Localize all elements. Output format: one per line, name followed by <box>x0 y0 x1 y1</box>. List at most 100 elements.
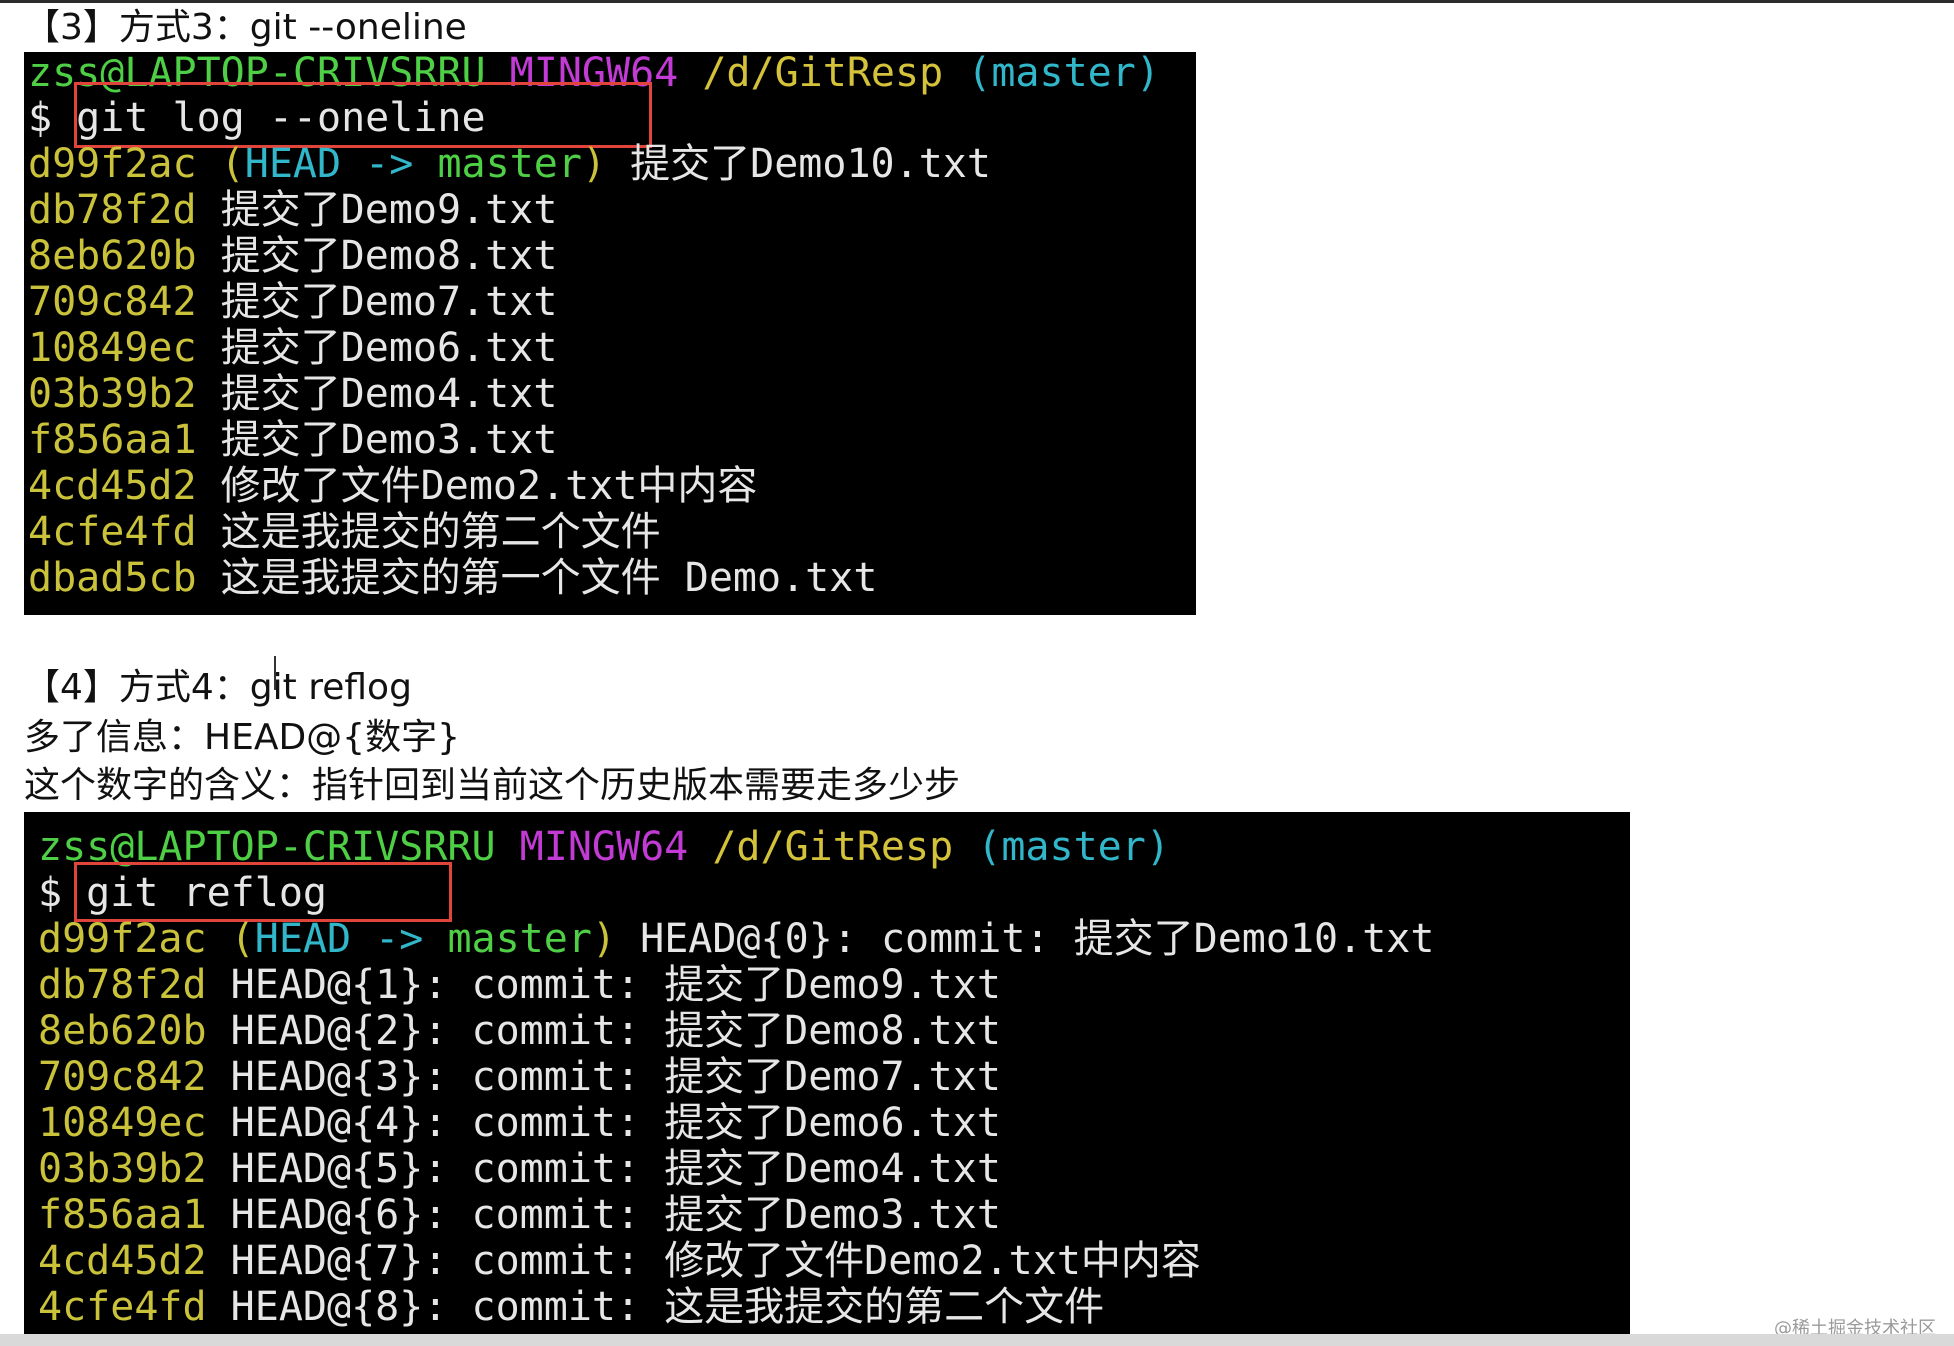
reflog-entry-row: 4cfe4fd HEAD@{8}: commit: 这是我提交的第二个文件 <box>38 1284 1104 1330</box>
paren: ( <box>220 141 245 187</box>
commit-hash: d99f2ac <box>28 141 197 187</box>
reflog-entry-row: 10849ec HEAD@{4}: commit: 提交了Demo6.txt <box>38 1100 1001 1146</box>
commit-hash: 10849ec <box>28 325 197 371</box>
reflog-ref: HEAD@{1}: <box>230 962 448 1008</box>
prompt-branch: (master) <box>977 824 1170 870</box>
commit-hash: 4cd45d2 <box>28 463 197 509</box>
commit-message: 提交了Demo3.txt <box>664 1192 1001 1238</box>
commit-message: 提交了Demo6.txt <box>220 325 558 371</box>
log-entry-row: 4cfe4fd 这是我提交的第二个文件 <box>28 509 661 555</box>
paren: ) <box>591 916 617 962</box>
commit-message: 提交了Demo4.txt <box>664 1146 1001 1192</box>
section3-heading: 【3】方式3：git --oneline <box>24 7 467 48</box>
commit-hash: f856aa1 <box>38 1192 207 1238</box>
commit-message: 这是我提交的第二个文件 <box>664 1284 1105 1330</box>
commit-message: 提交了Demo4.txt <box>220 371 558 417</box>
head-ref: (HEAD -> master) <box>231 916 616 962</box>
log-entry-row: d99f2ac (HEAD -> master) 提交了Demo10.txt <box>28 141 991 187</box>
commit-message: 这是我提交的第二个文件 <box>220 509 661 555</box>
log-entry-row: dbad5cb 这是我提交的第一个文件 Demo.txt <box>28 555 877 601</box>
commit-message: 修改了文件Demo2.txt中内容 <box>220 463 758 509</box>
paren: ( <box>230 916 255 962</box>
commit-message: 提交了Demo10.txt <box>630 141 991 187</box>
commit-message: 提交了Demo9.txt <box>664 962 1001 1008</box>
reflog-action: commit: <box>471 1284 641 1330</box>
reflog-ref: HEAD@{2}: <box>230 1008 448 1054</box>
prompt-path: /d/GitResp <box>702 52 944 96</box>
log-entry-row: db78f2d 提交了Demo9.txt <box>28 187 557 233</box>
head-label: HEAD -> <box>254 916 424 962</box>
command-highlight-box <box>74 82 652 148</box>
commit-hash: 709c842 <box>38 1054 207 1100</box>
log-entry-row: 709c842 提交了Demo7.txt <box>28 279 557 325</box>
commit-message: 提交了Demo7.txt <box>664 1054 1001 1100</box>
commit-hash: db78f2d <box>38 962 207 1008</box>
prompt-path: /d/GitResp <box>712 824 954 870</box>
reflog-entry-row: db78f2d HEAD@{1}: commit: 提交了Demo9.txt <box>38 962 1001 1008</box>
commit-message: 提交了Demo9.txt <box>220 187 558 233</box>
section4-note-1: 多了信息：HEAD@{数字} <box>24 717 460 758</box>
head-label: HEAD -> <box>244 141 414 187</box>
reflog-action: commit: <box>471 1054 641 1100</box>
commit-hash: 4cfe4fd <box>28 509 197 555</box>
prompt-branch: (master) <box>967 52 1160 96</box>
reflog-ref: HEAD@{3}: <box>230 1054 448 1100</box>
commit-hash: 709c842 <box>28 279 197 325</box>
log-entry-row: 03b39b2 提交了Demo4.txt <box>28 371 557 417</box>
commit-message: 提交了Demo10.txt <box>1073 916 1435 962</box>
section4-note-2: 这个数字的含义：指针回到当前这个历史版本需要走多少步 <box>24 765 961 806</box>
section4-heading: 【4】方式4：git reflog <box>24 667 412 708</box>
command-highlight-box <box>74 862 452 922</box>
reflog-ref: HEAD@{7}: <box>230 1238 448 1284</box>
reflog-action: commit: <box>471 1146 641 1192</box>
commit-hash: 03b39b2 <box>28 371 197 417</box>
commit-message: 提交了Demo8.txt <box>220 233 558 279</box>
reflog-action: commit: <box>471 1238 641 1284</box>
log-entry-row: 10849ec 提交了Demo6.txt <box>28 325 557 371</box>
prompt-env: MINGW64 <box>519 824 689 870</box>
branch-label: master <box>447 916 592 962</box>
reflog-ref: HEAD@{5}: <box>230 1146 448 1192</box>
commit-hash: 4cd45d2 <box>38 1238 207 1284</box>
commit-hash: 03b39b2 <box>38 1146 207 1192</box>
reflog-entry-row: f856aa1 HEAD@{6}: commit: 提交了Demo3.txt <box>38 1192 1001 1238</box>
terminal-reflog: zss@LAPTOP-CRIVSRRU MINGW64 /d/GitResp (… <box>24 812 1630 1334</box>
log-entry-row: 8eb620b 提交了Demo8.txt <box>28 233 557 279</box>
reflog-action: commit: <box>471 1008 641 1054</box>
commit-hash: d99f2ac <box>38 916 207 962</box>
paren: ) <box>581 141 607 187</box>
commit-hash: db78f2d <box>28 187 197 233</box>
reflog-entry-row: 4cd45d2 HEAD@{7}: commit: 修改了文件Demo2.txt… <box>38 1238 1201 1284</box>
reflog-entry-row: 709c842 HEAD@{3}: commit: 提交了Demo7.txt <box>38 1054 1001 1100</box>
reflog-entry-row: 03b39b2 HEAD@{5}: commit: 提交了Demo4.txt <box>38 1146 1001 1192</box>
reflog-action: commit: <box>471 1100 641 1146</box>
reflog-entry-row: d99f2ac (HEAD -> master) HEAD@{0}: commi… <box>38 916 1434 962</box>
reflog-ref: HEAD@{6}: <box>230 1192 448 1238</box>
reflog-action: commit: <box>471 1192 641 1238</box>
commit-hash: dbad5cb <box>28 555 197 601</box>
reflog-action: commit: <box>471 962 641 1008</box>
commit-hash: 10849ec <box>38 1100 207 1146</box>
log-entry-row: 4cd45d2 修改了文件Demo2.txt中内容 <box>28 463 757 509</box>
reflog-action: commit: <box>880 916 1050 962</box>
commit-hash: 4cfe4fd <box>38 1284 207 1330</box>
bottom-scrollbar[interactable] <box>0 1334 1954 1346</box>
reflog-entry-row: 8eb620b HEAD@{2}: commit: 提交了Demo8.txt <box>38 1008 1001 1054</box>
terminal-oneline: zss@LAPTOP-CRIVSRRU MINGW64 /d/GitResp (… <box>24 52 1196 615</box>
commit-message: 提交了Demo8.txt <box>664 1008 1001 1054</box>
commit-message: 提交了Demo3.txt <box>220 417 558 463</box>
commit-message: 这是我提交的第一个文件 Demo.txt <box>220 555 878 601</box>
commit-message: 提交了Demo7.txt <box>220 279 558 325</box>
reflog-ref: HEAD@{8}: <box>230 1284 448 1330</box>
commit-hash: 8eb620b <box>38 1008 207 1054</box>
commit-message: 修改了文件Demo2.txt中内容 <box>664 1238 1201 1284</box>
commit-hash: f856aa1 <box>28 417 197 463</box>
commit-hash: 8eb620b <box>28 233 197 279</box>
reflog-ref: HEAD@{4}: <box>230 1100 448 1146</box>
commit-message: 提交了Demo6.txt <box>664 1100 1001 1146</box>
head-ref: (HEAD -> master) <box>221 141 606 187</box>
log-entry-row: f856aa1 提交了Demo3.txt <box>28 417 557 463</box>
branch-label: master <box>437 141 582 187</box>
reflog-ref: HEAD@{0}: <box>640 916 857 962</box>
top-divider <box>0 0 1954 3</box>
